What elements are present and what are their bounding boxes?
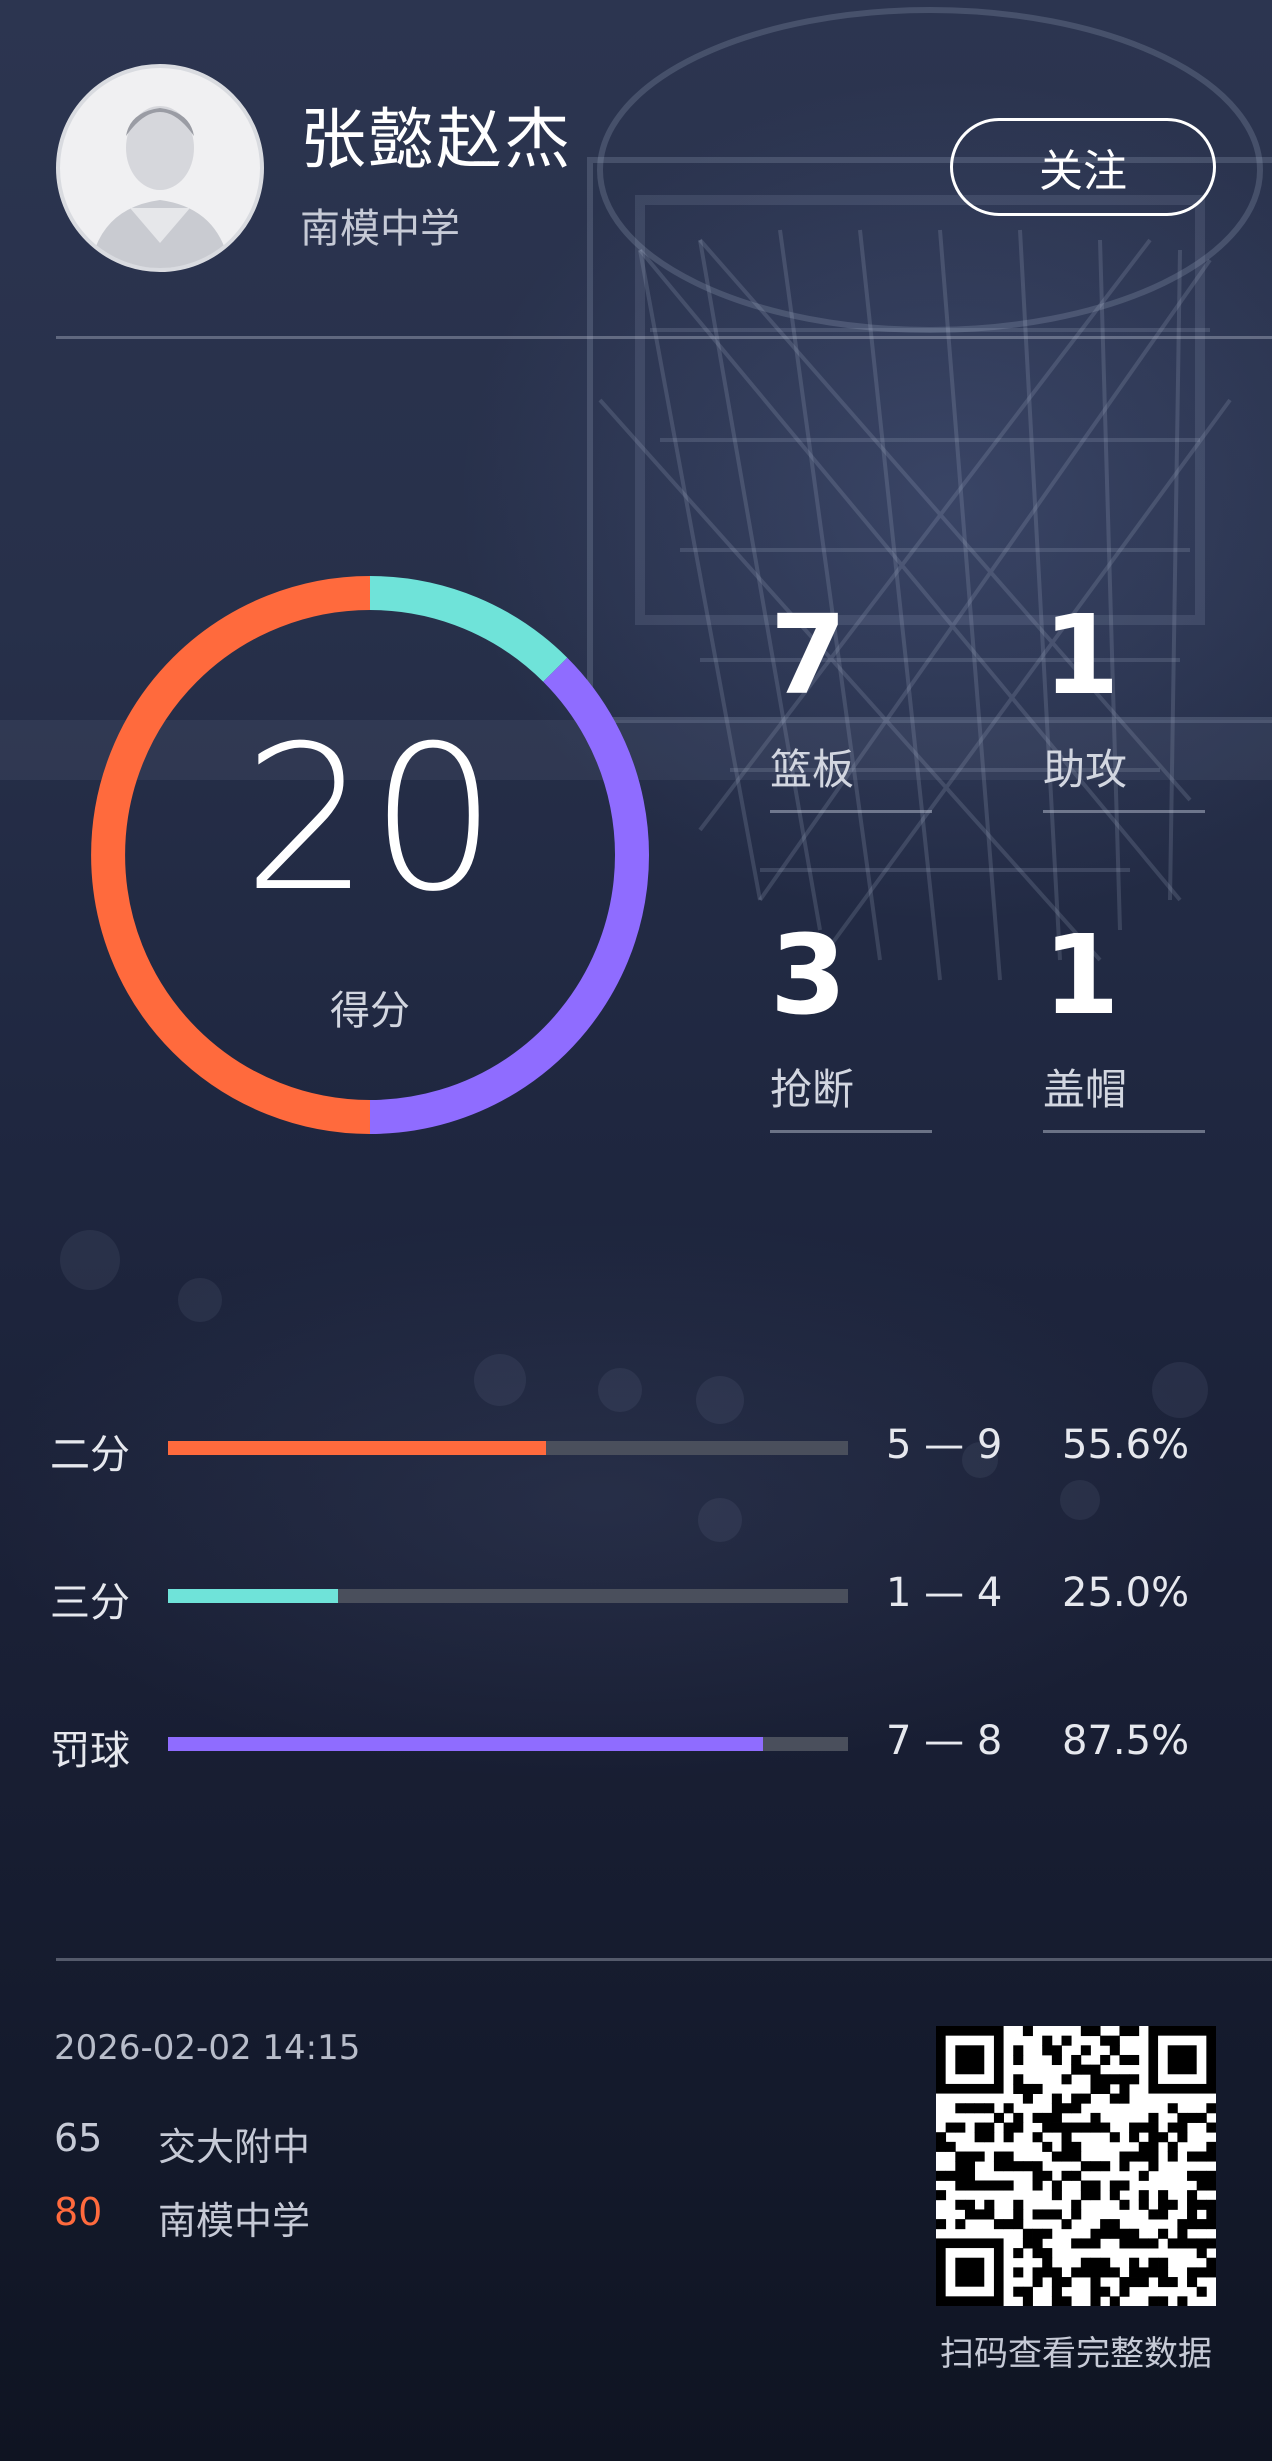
three-point-bar-track [168,1589,848,1603]
person-silhouette-icon [90,106,230,268]
assists-label: 助攻 [1043,745,1128,794]
free-throw-bar-track [168,1737,848,1751]
player-avatar [56,64,264,272]
points-value: 20 [242,703,498,936]
two-point-bar-fill [168,1441,547,1455]
assists-value: 1 [1043,591,1120,719]
three-point-label: 三分 [50,1580,130,1626]
three-point-made: 1 — 4 [886,1570,1003,1616]
two-point-bar-track [168,1441,848,1455]
three-point-percentage: 25.0% [1062,1570,1190,1616]
steals-underline [770,1130,932,1133]
team-score: 65 [54,2116,103,2160]
qr-caption: 扫码查看完整数据 [940,2334,1212,2374]
assists-underline [1043,810,1205,813]
header-divider [56,336,1272,339]
blocks-value: 1 [1043,911,1120,1039]
free-throw-made: 7 — 8 [886,1718,1003,1764]
blocks-label: 盖帽 [1043,1065,1128,1114]
team-score: 80 [54,2190,103,2234]
follow-button[interactable]: 关注 [950,118,1216,216]
rebounds-underline [770,810,932,813]
free-throw-percentage: 87.5% [1062,1718,1190,1764]
points-label: 得分 [330,988,410,1034]
blocks-underline [1043,1130,1205,1133]
footer-divider [56,1958,1272,1961]
qr-code[interactable] [936,2026,1216,2306]
three-point-bar-fill [168,1589,338,1603]
ring-segment-0 [369,576,568,682]
two-point-label: 二分 [50,1432,130,1478]
rebounds-value: 7 [770,591,847,719]
free-throw-bar-fill [168,1737,763,1751]
player-name: 张懿赵杰 [300,101,572,178]
rebounds-label: 篮板 [770,745,855,794]
steals-value: 3 [770,911,847,1039]
steals-label: 抢断 [770,1065,855,1114]
free-throw-label: 罚球 [50,1728,130,1774]
two-point-percentage: 55.6% [1062,1422,1190,1468]
player-school: 南模中学 [300,206,460,252]
team-name: 交大附中 [158,2125,311,2169]
game-datetime: 2026-02-02 14:15 [54,2028,361,2068]
team-name: 南模中学 [158,2199,311,2243]
two-point-made: 5 — 9 [886,1422,1003,1468]
